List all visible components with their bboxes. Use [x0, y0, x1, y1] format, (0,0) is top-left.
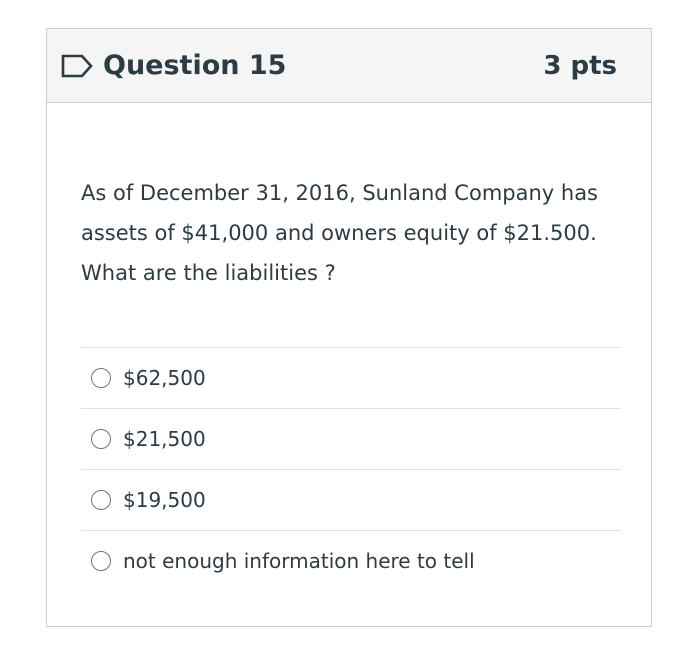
- question-card: Question 15 3 pts As of December 31, 201…: [46, 28, 652, 627]
- answer-label: not enough information here to tell: [123, 549, 475, 573]
- question-title: Question 15: [103, 50, 287, 81]
- flag-icon[interactable]: [59, 52, 95, 80]
- radio-button[interactable]: [91, 429, 111, 449]
- answer-option[interactable]: $62,500: [81, 347, 621, 408]
- question-header: Question 15 3 pts: [47, 29, 651, 103]
- answer-option[interactable]: $19,500: [81, 469, 621, 530]
- radio-button[interactable]: [91, 551, 111, 571]
- question-text: As of December 31, 2016, Sunland Company…: [81, 181, 599, 285]
- question-points: 3 pts: [543, 50, 617, 81]
- answer-list: $62,500 $21,500 $19,500 not enough infor…: [81, 347, 621, 591]
- answer-option[interactable]: $21,500: [81, 408, 621, 469]
- answer-label: $21,500: [123, 427, 206, 451]
- answer-option[interactable]: not enough information here to tell: [81, 530, 621, 591]
- radio-button[interactable]: [91, 490, 111, 510]
- radio-button[interactable]: [91, 368, 111, 388]
- answer-label: $62,500: [123, 366, 206, 390]
- answer-label: $19,500: [123, 488, 206, 512]
